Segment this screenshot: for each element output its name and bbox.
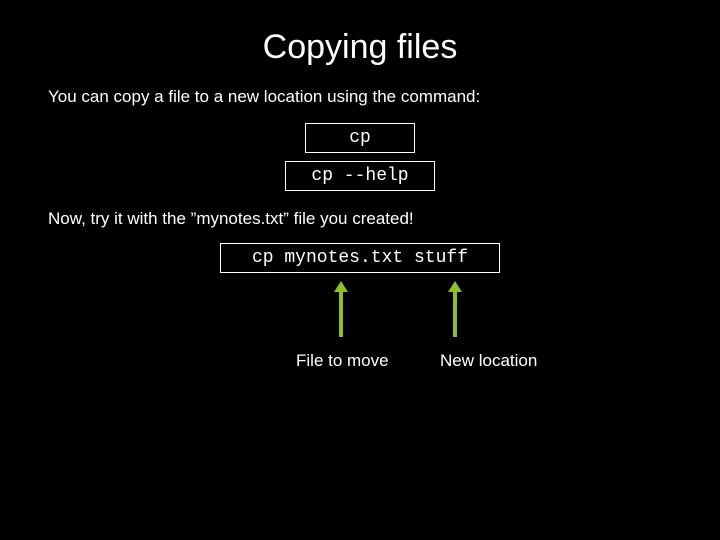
command-box-cp: cp	[305, 123, 415, 153]
label-new-location: New location	[440, 351, 537, 371]
command-box-cp-example: cp mynotes.txt stuff	[220, 243, 500, 273]
try-it-text: Now, try it with the ”mynotes.txt” file …	[0, 209, 720, 229]
arrow-up-icon	[452, 281, 458, 337]
arrow-labels: File to move New location	[0, 351, 720, 381]
slide: Copying files You can copy a file to a n…	[0, 0, 720, 540]
arrow-up-icon	[338, 281, 344, 337]
arrow-annotations	[0, 281, 720, 351]
label-file-to-move: File to move	[296, 351, 389, 371]
slide-title: Copying files	[0, 0, 720, 87]
command-box-cp-help: cp --help	[285, 161, 435, 191]
intro-text: You can copy a file to a new location us…	[0, 87, 720, 107]
